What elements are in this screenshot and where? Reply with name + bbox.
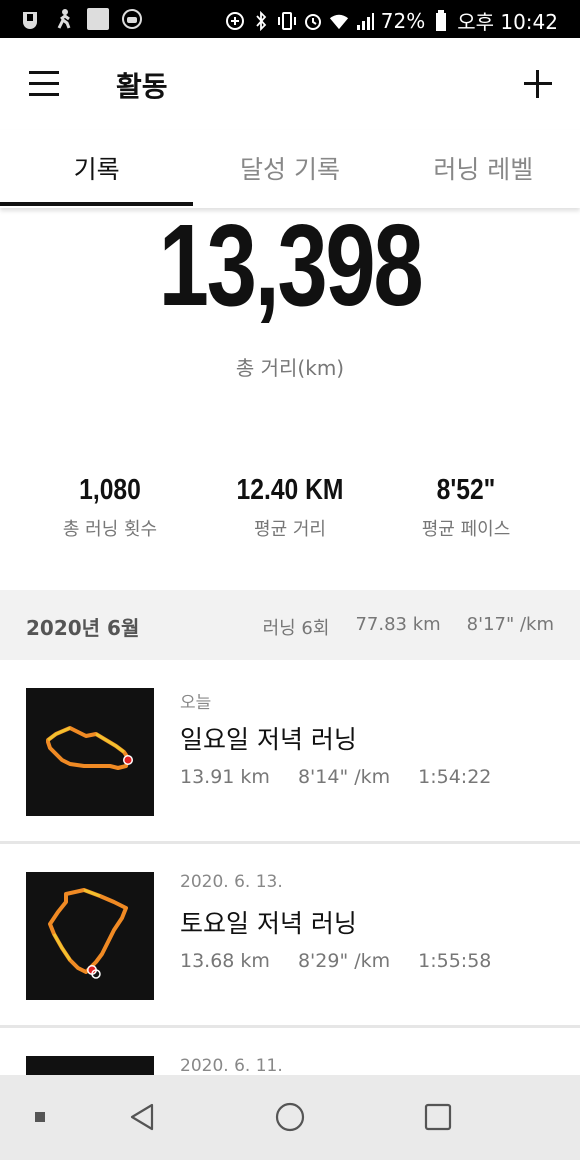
stat-label: 평균 페이스 <box>421 519 511 540</box>
clock: 오후 10:42 <box>457 10 558 34</box>
recent-apps-icon[interactable] <box>418 1097 458 1137</box>
tab-bar: 기록 달성 기록 러닝 레벨 <box>0 130 580 208</box>
activity-distance: 13.91 km <box>180 766 270 788</box>
wifi-icon <box>329 10 349 32</box>
month-title: 2020년 6월 <box>26 616 140 640</box>
battery-percent: 72% <box>380 8 426 33</box>
app-bar: 활동 <box>0 38 580 130</box>
activity-date: 2020. 6. 13. <box>180 872 283 892</box>
home-icon[interactable] <box>270 1097 310 1137</box>
image-notification-icon <box>86 7 110 31</box>
activity-pace: 8'29" /km <box>297 950 391 972</box>
month-distance: 77.83 km <box>355 614 441 635</box>
stat-value: 8'52" <box>436 474 496 506</box>
month-pace: 8'17" /km <box>466 614 554 635</box>
back-icon[interactable] <box>122 1097 162 1137</box>
stat-value: 1,080 <box>79 474 141 506</box>
android-notification-icon <box>120 7 144 31</box>
notification-icons <box>18 7 144 31</box>
system-status: 72% 오후 10:42 <box>225 6 558 35</box>
signal-icon <box>355 10 375 32</box>
activity-item[interactable]: 2020. 6. 13. 토요일 저녁 러닝 13.68 km 8'29" /k… <box>0 844 580 1028</box>
add-icon[interactable] <box>518 64 558 104</box>
month-run-count: 러닝 6회 <box>262 618 330 639</box>
runner-notification-icon <box>52 7 76 31</box>
activity-title: 토요일 저녁 러닝 <box>180 909 357 938</box>
system-navigation-bar <box>0 1075 580 1160</box>
stat-value: 12.40 KM <box>236 474 344 506</box>
status-bar: 72% 오후 10:42 <box>0 0 580 38</box>
activity-date: 2020. 6. 11. <box>180 1056 283 1076</box>
menu-icon[interactable] <box>24 66 64 102</box>
month-summary-header: 2020년 6월 러닝 6회 77.83 km 8'17" /km <box>0 590 580 660</box>
stat-label: 총 러닝 횟수 <box>62 519 158 540</box>
activity-metrics: 13.91 km 8'14" /km 1:54:22 <box>180 766 491 788</box>
activity-pace: 8'14" /km <box>297 766 391 788</box>
tab-records[interactable]: 기록 <box>0 130 194 208</box>
nav-dot-icon[interactable] <box>20 1097 60 1137</box>
route-map-thumbnail <box>26 872 154 1000</box>
activity-title: 일요일 저녁 러닝 <box>180 725 357 754</box>
month-totals: 러닝 6회 77.83 km 8'17" /km <box>263 614 554 640</box>
activity-duration: 1:55:58 <box>418 950 492 972</box>
activity-distance: 13.68 km <box>180 950 270 972</box>
tab-running-level[interactable]: 러닝 레벨 <box>387 130 580 208</box>
stat-average-pace: 8'52" 평균 페이스 <box>376 474 556 541</box>
stat-label: 평균 거리 <box>254 519 326 540</box>
page-title: 활동 <box>116 70 168 103</box>
total-distance-label: 총 거리(km) <box>235 356 345 380</box>
stat-average-distance: 12.40 KM 평균 거리 <box>200 474 380 541</box>
tab-achievements[interactable]: 달성 기록 <box>193 130 386 208</box>
activity-date: 오늘 <box>180 693 212 713</box>
activity-item[interactable]: 오늘 일요일 저녁 러닝 13.91 km 8'14" /km 1:54:22 <box>0 660 580 844</box>
total-distance-value: 13,398 <box>158 200 424 330</box>
route-map-thumbnail <box>26 688 154 816</box>
vibrate-icon <box>277 10 297 32</box>
activity-duration: 1:54:22 <box>418 766 492 788</box>
battery-icon <box>431 9 451 32</box>
activity-metrics: 13.68 km 8'29" /km 1:55:58 <box>180 950 491 972</box>
data-saver-icon <box>225 10 245 32</box>
stat-run-count: 1,080 총 러닝 횟수 <box>20 474 200 541</box>
alarm-icon <box>303 10 323 32</box>
app-notification-icon <box>18 7 42 31</box>
bluetooth-icon <box>251 10 271 32</box>
